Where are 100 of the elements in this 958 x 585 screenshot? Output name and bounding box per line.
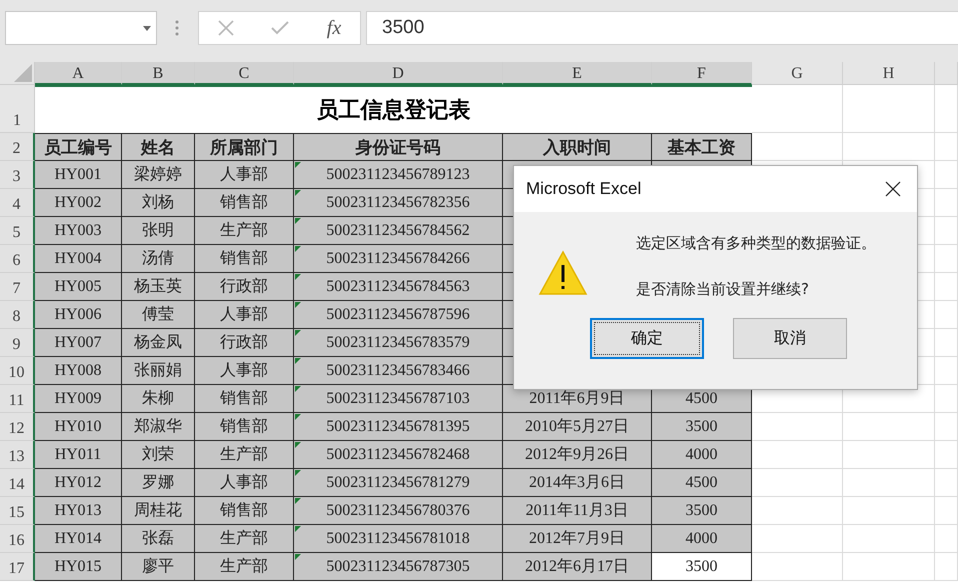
- row-header[interactable]: 8: [0, 301, 35, 329]
- row-header[interactable]: 16: [0, 525, 35, 553]
- table-cell: 500231123456784563: [294, 273, 503, 301]
- table-cell: 500231123456783466: [294, 357, 503, 385]
- table-cell: HY013: [35, 497, 122, 525]
- table-cell: 500231123456781279: [294, 469, 503, 497]
- warning-icon: [538, 250, 588, 296]
- caret-icon[interactable]: [143, 26, 151, 30]
- formula-field[interactable]: 3500: [366, 11, 958, 45]
- column-header[interactable]: E: [503, 62, 652, 85]
- row-header[interactable]: 17: [0, 553, 35, 581]
- table-cell: 4000: [652, 525, 752, 553]
- table-cell: HY005: [35, 273, 122, 301]
- row-header[interactable]: 5: [0, 217, 35, 245]
- row-header[interactable]: 12: [0, 413, 35, 441]
- table-cell: 刘荣: [122, 441, 195, 469]
- table-cell: 销售部: [195, 385, 294, 413]
- table-cell: 3500: [652, 553, 752, 581]
- check-icon[interactable]: [271, 21, 290, 35]
- table-cell: 2012年7月9日: [503, 525, 652, 553]
- table-cell: 张明: [122, 217, 195, 245]
- column-heading: 身份证号码: [294, 133, 503, 161]
- dialog-button[interactable]: 确定: [590, 318, 704, 359]
- column-header[interactable]: D: [294, 62, 503, 85]
- table-cell: HY009: [35, 385, 122, 413]
- table-cell: 罗娜: [122, 469, 195, 497]
- table-cell: 人事部: [195, 469, 294, 497]
- table-cell: 人事部: [195, 357, 294, 385]
- table-cell: 500231123456787596: [294, 301, 503, 329]
- table-cell: 梁婷婷: [122, 161, 195, 189]
- table-cell: 500231123456782356: [294, 189, 503, 217]
- row-header[interactable]: 11: [0, 385, 35, 413]
- empty-cell: [935, 133, 958, 161]
- column-header[interactable]: [935, 62, 958, 85]
- table-cell: 张磊: [122, 525, 195, 553]
- empty-cell: [935, 329, 958, 357]
- close-icon[interactable]: [885, 181, 901, 197]
- row-header[interactable]: 13: [0, 441, 35, 469]
- table-cell: 3500: [652, 497, 752, 525]
- table-cell: 郑淑华: [122, 413, 195, 441]
- empty-cell: [935, 441, 958, 469]
- table-cell: 3500: [652, 413, 752, 441]
- table-cell: 4500: [652, 469, 752, 497]
- table-cell: 生产部: [195, 441, 294, 469]
- table-cell: 500231123456781395: [294, 413, 503, 441]
- column-header[interactable]: C: [195, 62, 294, 85]
- row-header[interactable]: 14: [0, 469, 35, 497]
- column-heading: 员工编号: [35, 133, 122, 161]
- column-header[interactable]: B: [122, 62, 195, 85]
- empty-cell: [935, 469, 958, 497]
- row-header[interactable]: 2: [0, 133, 35, 161]
- row-header[interactable]: 1: [0, 85, 35, 133]
- row-header[interactable]: 15: [0, 497, 35, 525]
- column-header[interactable]: A: [35, 62, 122, 85]
- dialog-button[interactable]: 取消: [733, 318, 847, 359]
- empty-cell: [935, 189, 958, 217]
- table-cell: HY006: [35, 301, 122, 329]
- grip-icon: [175, 20, 179, 36]
- table-cell: HY014: [35, 525, 122, 553]
- table-cell: 500231123456787305: [294, 553, 503, 581]
- table-cell: 销售部: [195, 413, 294, 441]
- table-cell: HY004: [35, 245, 122, 273]
- table-cell: 刘杨: [122, 189, 195, 217]
- table-cell: 汤倩: [122, 245, 195, 273]
- column-header[interactable]: H: [843, 62, 935, 85]
- table-cell: 生产部: [195, 525, 294, 553]
- table-cell: HY008: [35, 357, 122, 385]
- row-header[interactable]: 6: [0, 245, 35, 273]
- row-header[interactable]: 9: [0, 329, 35, 357]
- table-cell: 销售部: [195, 189, 294, 217]
- table-cell: HY011: [35, 441, 122, 469]
- table-cell: HY007: [35, 329, 122, 357]
- empty-cell: [935, 525, 958, 553]
- table-cell: HY001: [35, 161, 122, 189]
- table-cell: 500231123456784266: [294, 245, 503, 273]
- table-cell: 500231123456789123: [294, 161, 503, 189]
- table-cell: 2014年3月6日: [503, 469, 652, 497]
- table-cell: 500231123456784562: [294, 217, 503, 245]
- row-header[interactable]: 4: [0, 189, 35, 217]
- empty-cell: [935, 497, 958, 525]
- select-all-icon[interactable]: [14, 64, 32, 82]
- row-header[interactable]: 7: [0, 273, 35, 301]
- column-heading: 入职时间: [503, 133, 652, 161]
- table-cell: 张丽娟: [122, 357, 195, 385]
- cancel-icon[interactable]: [218, 20, 234, 36]
- row-header[interactable]: 10: [0, 357, 35, 385]
- table-cell: 500231123456781018: [294, 525, 503, 553]
- table-cell: 生产部: [195, 217, 294, 245]
- row-header[interactable]: 3: [0, 161, 35, 189]
- empty-cell: [935, 301, 958, 329]
- column-header[interactable]: G: [752, 62, 843, 85]
- empty-cell: [935, 217, 958, 245]
- insert-function-button[interactable]: fx: [326, 16, 342, 40]
- dialog-title: Microsoft Excel: [526, 179, 642, 199]
- column-header[interactable]: F: [652, 62, 752, 85]
- table-cell: HY012: [35, 469, 122, 497]
- empty-cell: [935, 161, 958, 189]
- table-cell: 傅莹: [122, 301, 195, 329]
- table-cell: 500231123456787103: [294, 385, 503, 413]
- table-cell: 人事部: [195, 161, 294, 189]
